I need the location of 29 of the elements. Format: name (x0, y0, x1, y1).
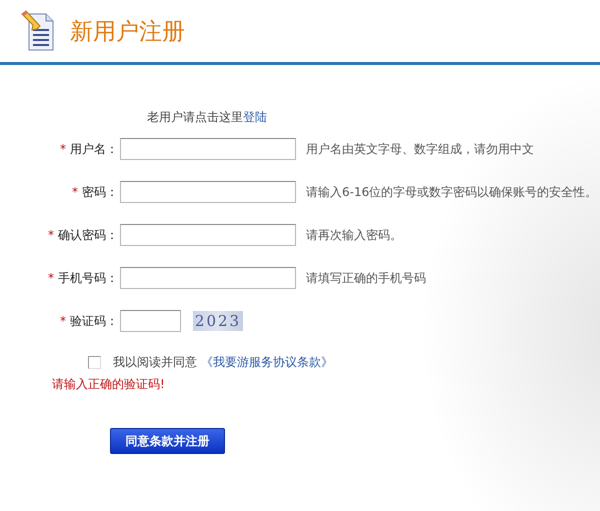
login-prompt: 老用户请点击这里 (147, 110, 243, 124)
document-pencil-icon (20, 10, 56, 52)
field-label: 用户名： (70, 140, 118, 158)
agreement-link[interactable]: 《我要游服务协议条款》 (201, 354, 333, 370)
captcha-image[interactable]: 2023 (193, 311, 243, 331)
agree-checkbox[interactable] (88, 356, 101, 368)
required-mark: * (48, 228, 54, 242)
field-label: 验证码： (70, 312, 118, 330)
field-label: 手机号码： (58, 270, 118, 286)
captcha-field[interactable] (120, 310, 181, 332)
input-field[interactable] (120, 138, 296, 160)
register-button[interactable]: 同意条款并注册 (110, 428, 225, 454)
field-label: 确认密码： (58, 226, 118, 244)
page-title: 新用户注册 (70, 18, 185, 46)
field-hint: 请再次输入密码。 (306, 226, 402, 244)
field-label: 密码： (82, 184, 118, 200)
input-field[interactable] (120, 267, 296, 289)
login-link[interactable]: 登陆 (243, 110, 267, 124)
required-mark: * (72, 185, 78, 199)
field-hint: 请填写正确的手机号码 (306, 270, 426, 286)
required-mark: * (48, 271, 54, 285)
input-field[interactable] (120, 181, 296, 203)
required-mark: * (60, 142, 66, 156)
input-field[interactable] (120, 224, 296, 246)
required-mark: * (60, 314, 66, 328)
field-hint: 用户名由英文字母、数字组成，请勿用中文 (306, 140, 534, 158)
error-message: 请输入正确的验证码! (51, 376, 166, 393)
agreement-text: 我以阅读并同意 (113, 354, 197, 370)
field-hint: 请输入6-16位的字母或数字密码以确保账号的安全性。 (306, 184, 598, 200)
